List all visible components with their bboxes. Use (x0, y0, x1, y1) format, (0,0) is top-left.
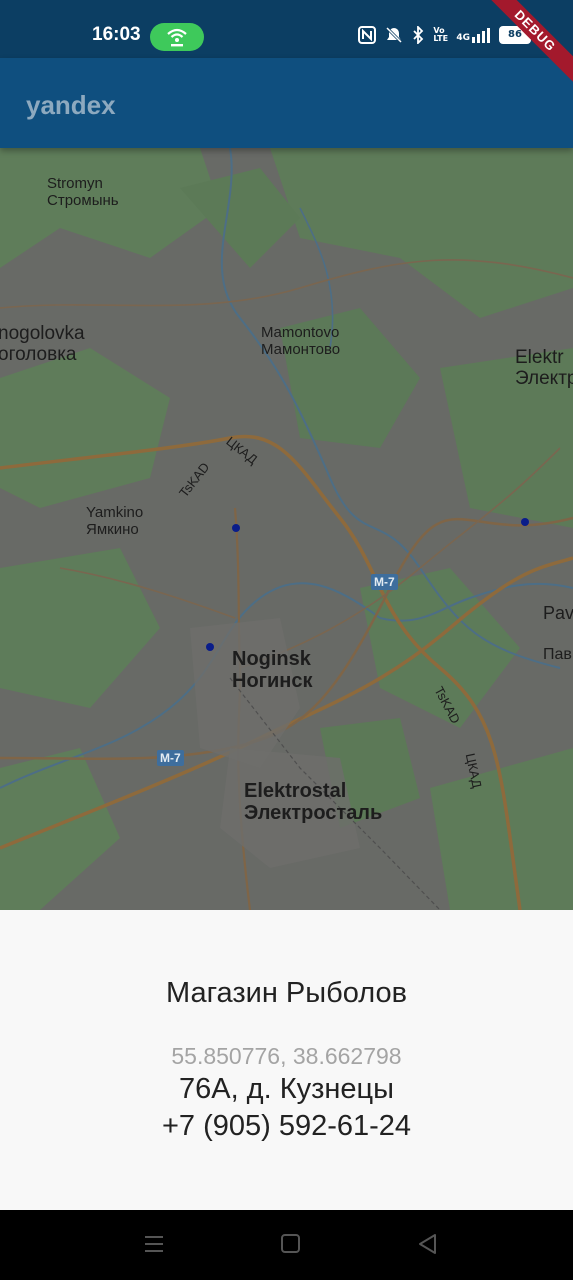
home-icon[interactable] (280, 1232, 302, 1256)
place-phone[interactable]: +7 (905) 592-61-24 (0, 1110, 573, 1143)
road-badge-m7: M-7 (371, 574, 398, 590)
wifi-hotspot-icon[interactable] (150, 23, 204, 51)
map-label-noginsk: Noginsk Ногинск (232, 648, 313, 692)
menu-icon[interactable] (142, 1232, 166, 1256)
map-label-pavlovsky-posad: Pav Пав (543, 603, 573, 663)
place-coordinates: 55.850776, 38.662798 (171, 1043, 402, 1069)
status-time: 16:03 (92, 24, 141, 45)
map-label-stromyn: Stromyn Стромынь (47, 175, 119, 209)
map-label-nogolovka: nogolovka оголовка (0, 323, 85, 365)
volte-icon: Vo LTE (433, 26, 449, 43)
map-marker[interactable] (206, 643, 214, 651)
map-view[interactable]: Stromyn Стромынь nogolovka оголовка Mamont… (0, 148, 573, 910)
road-badge-m7: M-7 (157, 750, 184, 766)
nfc-icon (358, 26, 377, 44)
map-label-elektrogorsk: Elektr Электр (515, 347, 573, 389)
mute-icon (386, 26, 403, 44)
map-label-yamkino: Yamkino Ямкино (86, 504, 144, 538)
map-marker[interactable] (232, 524, 240, 532)
app-title: yandex (26, 90, 116, 120)
map-label-elektrostal: Elektrostal Электросталь (244, 780, 383, 824)
place-info-panel: Магазин Рыболов 55.850776, 38.662798 76А… (0, 910, 573, 1210)
debug-banner: DEBUG (483, 0, 573, 90)
map-marker[interactable] (521, 518, 529, 526)
place-name: Магазин Рыболов (166, 977, 407, 1009)
map-label-mamontovo: Mamontovo Мамонтово (261, 324, 341, 358)
bluetooth-icon (413, 26, 424, 44)
system-nav-bar (0, 1210, 573, 1280)
place-address: 76А, д. Кузнецы (178, 1073, 395, 1105)
back-icon[interactable] (416, 1232, 438, 1256)
